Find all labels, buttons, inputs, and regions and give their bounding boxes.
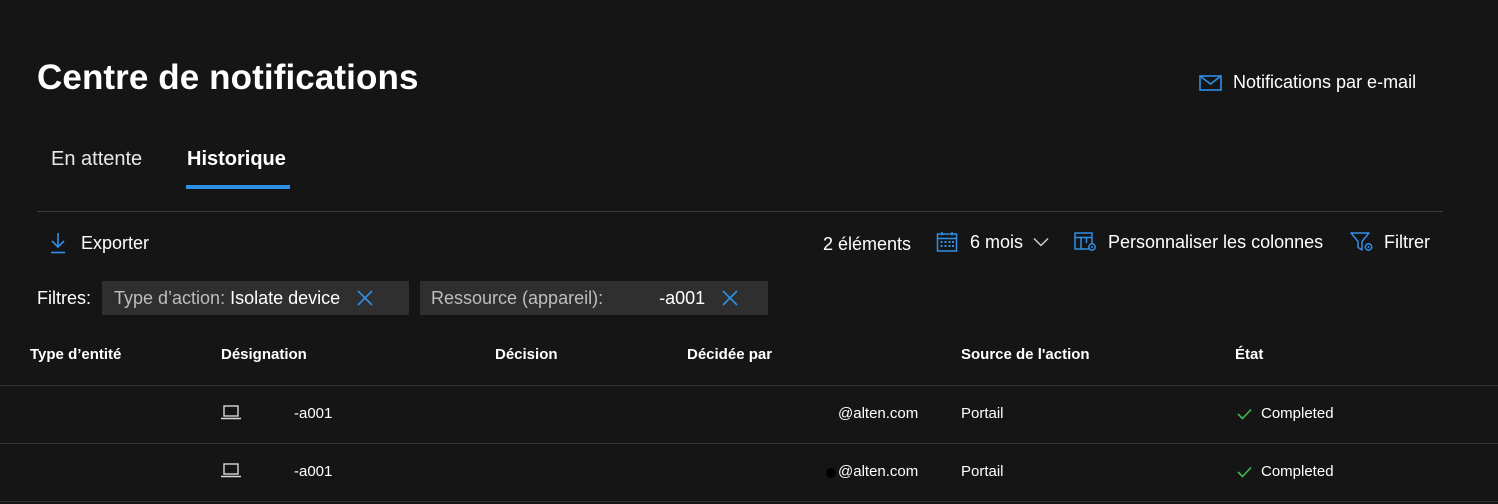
email-notifications-label: Notifications par e-mail [1233, 72, 1417, 92]
status-cell: Completed [1237, 405, 1334, 422]
period-label: 6 mois [970, 231, 1024, 252]
active-tab-indicator [186, 185, 290, 189]
filter-button[interactable]: Filtrer [1350, 231, 1430, 253]
filter-chip-action-type: Type d’action: Isolate device [102, 281, 409, 315]
laptop-icon [221, 405, 241, 425]
column-header-entity-type[interactable]: Type d’entité [30, 346, 121, 363]
email-notifications-link[interactable]: Notifications par e-mail [1199, 72, 1416, 93]
column-header-decided-by[interactable]: Décidée par [687, 346, 772, 363]
download-icon [51, 233, 65, 254]
mail-icon [1199, 74, 1222, 91]
customize-columns-button[interactable]: Personnaliser les colonnes [1074, 231, 1323, 253]
status-label: Completed [1261, 463, 1334, 480]
tab-historique[interactable]: Historique [187, 148, 286, 171]
filters-label: Filtres: [37, 288, 91, 308]
status-cell: Completed [1237, 463, 1334, 480]
redaction-mark [826, 468, 836, 478]
action-source-cell: Portail [961, 463, 1004, 480]
period-dropdown[interactable]: 6 mois [936, 231, 1049, 253]
filter-label: Filtrer [1384, 231, 1430, 252]
status-label: Completed [1261, 405, 1334, 422]
decided-by-cell: @alten.com [838, 463, 919, 480]
checkmark-icon [1237, 408, 1252, 420]
columns-settings-icon [1074, 232, 1096, 251]
item-count: 2 éléments [823, 234, 912, 254]
row-divider [0, 501, 1498, 502]
filter-chip-value: Isolate device [230, 287, 341, 308]
export-button[interactable]: Exporter [50, 232, 149, 254]
close-icon[interactable] [357, 290, 373, 306]
column-header-designation[interactable]: Désignation [221, 346, 307, 363]
decided-by-cell: @alten.com [838, 405, 919, 422]
filter-icon [1350, 232, 1373, 251]
action-source-cell: Portail [961, 405, 1004, 422]
header-divider [37, 211, 1443, 212]
checkmark-icon [1237, 466, 1252, 478]
filter-chip-key: Ressource (appareil): [431, 287, 604, 308]
designation-cell[interactable]: -a001 [294, 463, 332, 480]
column-header-decision[interactable]: Décision [495, 346, 558, 363]
tab-en-attente[interactable]: En attente [51, 148, 142, 171]
customize-columns-label: Personnaliser les colonnes [1108, 231, 1324, 252]
chevron-down-icon [1033, 237, 1049, 247]
export-label: Exporter [81, 232, 150, 253]
close-icon[interactable] [722, 290, 738, 306]
calendar-icon [936, 232, 958, 252]
laptop-icon [221, 463, 241, 483]
page-title: Centre de notifications [37, 58, 419, 97]
filter-chip-value: -a001 [659, 287, 706, 308]
filter-chip-resource: Ressource (appareil): -a001 [420, 281, 768, 315]
column-header-action-source[interactable]: Source de l'action [961, 346, 1090, 363]
filter-chip-key: Type d’action: [114, 287, 226, 308]
column-header-status[interactable]: État [1235, 346, 1263, 363]
designation-cell[interactable]: -a001 [294, 405, 332, 422]
